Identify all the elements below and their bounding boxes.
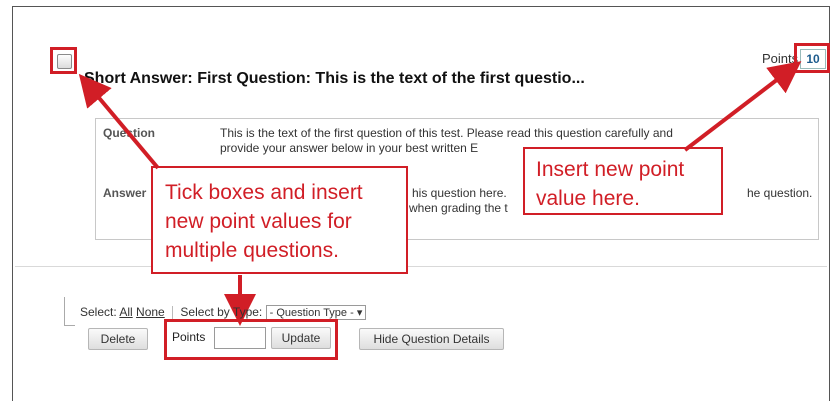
chevron-down-icon: ▾ <box>356 307 363 319</box>
callout-right-line1: Insert new point <box>536 158 685 181</box>
question-text-line1: This is the text of the first question o… <box>220 126 673 140</box>
callout-left-line1: Tick boxes and insert <box>165 181 363 204</box>
callout-insert-point: Insert new point value here. <box>523 147 723 215</box>
select-label: Select: <box>80 305 117 319</box>
select-row: Select: All None Select by Type: - Quest… <box>80 305 367 320</box>
select-none-link[interactable]: None <box>136 305 165 319</box>
section-divider <box>15 266 827 267</box>
select-all-link[interactable]: All <box>119 305 132 319</box>
select-by-type-label: Select by Type: <box>180 305 263 319</box>
question-text-line2: provide your answer below in your best w… <box>220 141 479 155</box>
question-type-dropdown[interactable]: - Question Type - ▾ <box>265 305 367 320</box>
checkbox-highlight <box>50 47 77 74</box>
callout-right-line2: value here. <box>536 187 640 210</box>
answer-text-line2: when grading the t <box>409 201 508 215</box>
select-separator <box>172 306 174 320</box>
question-points-label: Points <box>762 51 799 66</box>
answer-text-line1b: he question. <box>747 186 813 200</box>
question-type-option: - Question Type - <box>269 307 354 319</box>
callout-left-line3: multiple questions. <box>165 239 339 262</box>
bulk-points-highlight <box>164 319 338 360</box>
answer-text-line1: his question here. <box>412 186 507 200</box>
hide-question-details-button[interactable]: Hide Question Details <box>359 328 504 350</box>
question-title: Short Answer: First Question: This is th… <box>84 70 585 87</box>
bulk-controls-corner <box>64 297 75 326</box>
points-input-highlight <box>794 43 830 73</box>
answer-row-label: Answer <box>103 186 147 200</box>
callout-left-line2: new point values for <box>165 210 352 233</box>
callout-multiple-questions: Tick boxes and insert new point values f… <box>151 166 408 274</box>
delete-button[interactable]: Delete <box>88 328 148 350</box>
question-row-label: Question <box>103 126 156 140</box>
